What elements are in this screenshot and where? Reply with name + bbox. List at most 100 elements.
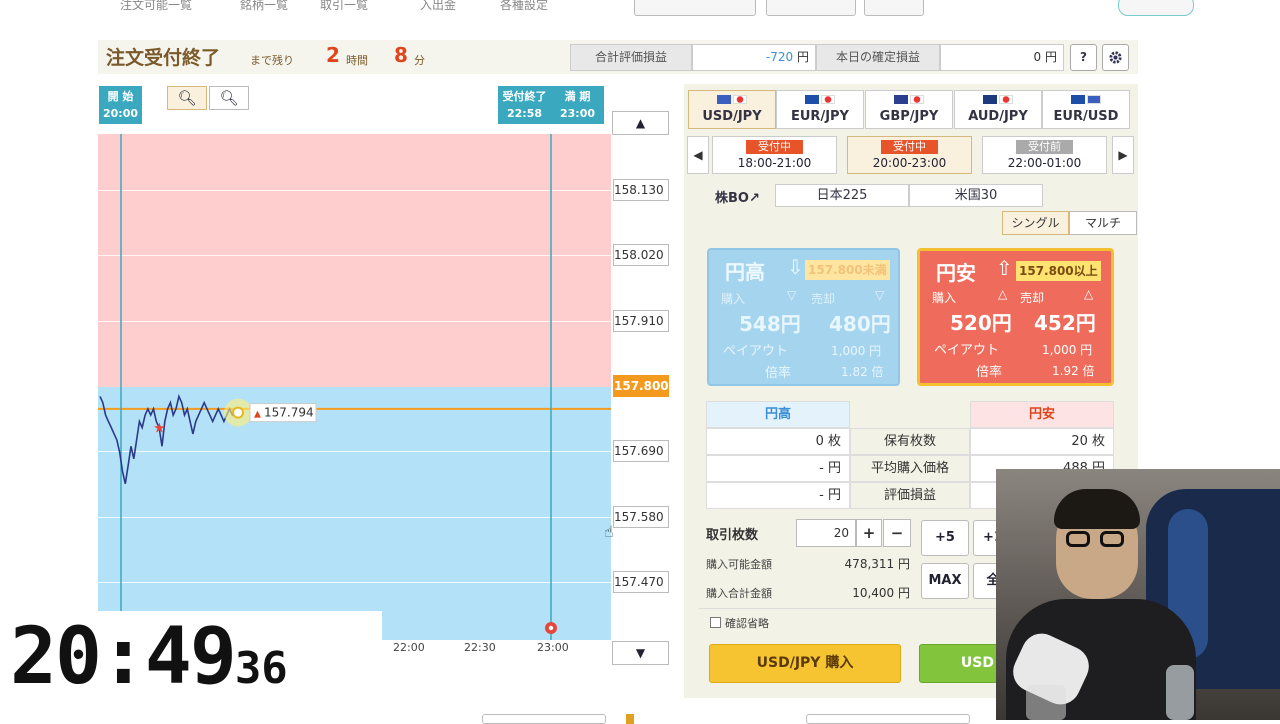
zoom-out-button[interactable]: 🔍︎ [167,86,207,110]
row2-high: - 円 [706,455,850,482]
eval-label: 合計評価損益 [570,44,692,71]
nav-item[interactable]: 注文可能一覧 [120,0,192,13]
chevron-down-icon: ▽ [787,288,797,302]
flag-icon [1087,95,1101,104]
pair-tab-aud-jpy[interactable]: AUD/JPY [954,90,1042,129]
buy-high-button[interactable]: USD/JPY 購入 [709,644,901,683]
sell-label: 売却 [1020,291,1045,305]
expiry-label: 満 期 [564,90,591,103]
price-chart[interactable]: ★ ▲ 157.794 [98,134,611,640]
mode-single-button[interactable]: シングル [1002,211,1069,235]
nav-item[interactable]: 取引一覧 [320,0,368,13]
hand-cursor-icon: ☝ [604,522,614,541]
pair-label: EUR/USD [1053,109,1119,124]
clock: 20:4936 [10,612,288,702]
slot-next-button[interactable]: ▶ [1112,136,1134,174]
order-status-title: 注文受付終了 [106,47,221,69]
payout-label: ペイアウト [934,343,1000,358]
flag-icons [1043,91,1129,109]
flag-icon [894,95,908,104]
max-button[interactable]: MAX [921,563,969,599]
time-tick: 22:00 [393,641,425,654]
slot-prev-button[interactable]: ◀ [687,136,709,174]
time-slot[interactable]: 受付中 18:00-21:00 [712,136,837,174]
start-label: 開 始 [107,90,134,103]
row3-label: 評価損益 [850,482,970,509]
yen-weak-buy-price[interactable]: 520円 [950,307,1012,336]
buy-label: 購入 [932,291,957,305]
rate-label: 倍率 [976,365,1003,380]
qty-minus-button[interactable]: − [883,519,911,547]
pair-tab-eur-usd[interactable]: EUR/USD [1042,90,1130,129]
chevron-down-icon: ▽ [875,288,885,302]
bottom-select[interactable] [806,714,970,724]
qty-label: 取引枚数 [706,528,759,543]
remaining-label: まで残り [250,54,294,67]
total-value: 10,400 円 [852,586,910,600]
price-level: 157.690 [613,440,669,462]
current-point [232,406,244,419]
time-slot[interactable]: 受付中 20:00-23:00 [847,136,972,174]
price-level: 157.910 [613,310,669,332]
skip-confirm-checkbox[interactable] [710,617,721,628]
yen-strong-sell-price[interactable]: 480円 [829,308,891,337]
flag-icon [983,95,997,104]
nav-button[interactable] [634,0,756,16]
close-time: 22:58 [506,107,542,120]
yen-strong-payout: 1,000 円 [831,344,882,358]
zoom-in-button[interactable]: 🔍︎ [209,86,249,110]
row2-label: 平均購入価格 [850,455,970,482]
pair-tab-usd-jpy[interactable]: USD/JPY [688,90,776,129]
nav-button[interactable] [864,0,924,16]
scroll-down-button[interactable]: ▼ [612,641,669,665]
help-button[interactable]: ? [1070,44,1097,71]
plus5-button[interactable]: +5 [921,520,969,556]
nav-item[interactable]: 入出金 [420,0,456,13]
buy-low-button[interactable]: USD [919,644,999,683]
nav-item[interactable]: 各種設定 [500,0,548,13]
payout-label: ペイアウト [723,344,789,359]
flag-icons [689,91,775,109]
flag-icon [717,95,731,104]
top-nav: 注文可能一覧 銘柄一覧 取引一覧 入出金 各種設定 [0,0,1280,20]
chart-svg: ★ ▲ 157.794 [98,134,611,640]
price-level: 157.580 [613,506,669,528]
flag-icon [821,95,835,104]
yen-weak-card[interactable]: 円安 ⇧ 157.800以上 購入 △ 売却 △ 520円 452円 ペイアウト… [917,248,1114,386]
expiry-block: 満 期 23:00 [551,88,604,122]
yen-strong-rate: 1.82 倍 [841,365,884,379]
row1-label: 保有枚数 [850,428,970,455]
tab-us30[interactable]: 米国30 [909,184,1043,207]
slot-status-badge: 受付中 [746,140,803,154]
yen-strong-card[interactable]: 円高 ⇩ 157.800未満 購入 ▽ 売却 ▽ 548円 480円 ペイアウト… [707,248,900,386]
stock-bo-link[interactable]: 株BO↗ [715,187,760,206]
zoom-out-icon: 🔍︎ [177,89,197,107]
bottom-select[interactable] [482,714,606,724]
yen-strong-buy-price[interactable]: 548円 [739,308,801,337]
hours-value: 2 [326,43,340,67]
tab-nikkei225[interactable]: 日本225 [775,184,909,207]
flag-icons [866,91,952,109]
qty-input[interactable]: 20 [796,519,856,547]
row1-low: 20 枚 [970,428,1114,455]
nav-button[interactable] [766,0,856,16]
yen-weak-title: 円安 [936,261,976,285]
pair-tab-gbp-jpy[interactable]: GBP/JPY [865,90,953,129]
yen-weak-sell-price[interactable]: 452円 [1034,307,1096,336]
gear-icon[interactable] [1102,44,1129,71]
yen-weak-condition: 157.800以上 [1016,261,1101,281]
nav-pill-button[interactable] [1118,0,1194,16]
skip-confirm-label: 確認省略 [725,617,769,630]
holdings-col-low: 円安 [970,401,1114,428]
yen-strong-title: 円高 [725,260,765,284]
expiry-pin-center [548,625,554,631]
qty-plus-button[interactable]: + [856,519,882,547]
scroll-up-button[interactable]: ▲ [612,111,669,135]
time-slot[interactable]: 受付前 22:00-01:00 [982,136,1107,174]
nav-item[interactable]: 銘柄一覧 [240,0,288,13]
minutes-unit: 分 [414,54,425,67]
eval-unit: 円 [796,50,809,64]
clock-hm: 20:49 [10,612,237,702]
mode-multi-button[interactable]: マルチ [1069,211,1137,235]
pair-tab-eur-jpy[interactable]: EUR/JPY [776,90,864,129]
